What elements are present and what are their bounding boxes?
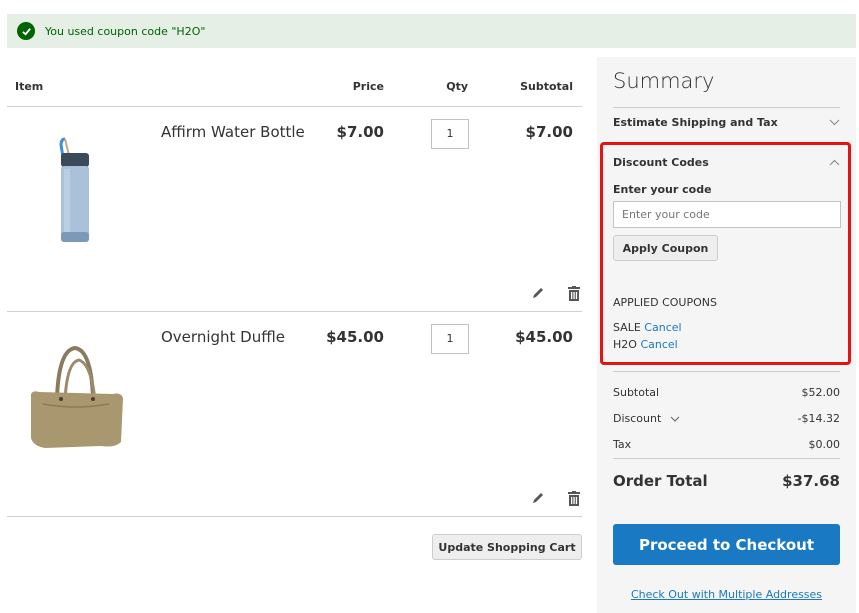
header-subtotal: Subtotal bbox=[520, 80, 573, 93]
item-actions bbox=[530, 490, 582, 506]
header-price: Price bbox=[352, 80, 384, 93]
coupon-code: SALE bbox=[613, 321, 641, 334]
product-subtotal: $45.00 bbox=[515, 328, 573, 346]
order-total-value: $37.68 bbox=[782, 472, 840, 490]
cancel-coupon-link[interactable]: Cancel bbox=[644, 321, 681, 334]
discount-row: Discount -$14.32 bbox=[613, 412, 840, 425]
discount-value: -$14.32 bbox=[797, 412, 840, 425]
proceed-to-checkout-button[interactable]: Proceed to Checkout bbox=[613, 524, 840, 565]
tax-row: Tax $0.00 bbox=[613, 438, 840, 451]
estimate-shipping-label: Estimate Shipping and Tax bbox=[613, 116, 778, 129]
discount-codes-section: Discount Codes Enter your code Apply Cou… bbox=[600, 142, 851, 365]
product-subtotal: $7.00 bbox=[525, 123, 573, 141]
apply-coupon-button[interactable]: Apply Coupon bbox=[613, 235, 718, 261]
check-circle-icon bbox=[17, 22, 35, 40]
divider bbox=[613, 458, 840, 459]
multi-address-checkout-link[interactable]: Check Out with Multiple Addresses bbox=[613, 588, 840, 601]
product-price: $45.00 bbox=[326, 328, 384, 346]
discount-label: Discount bbox=[613, 412, 662, 425]
success-message: You used coupon code "H2O" bbox=[7, 14, 856, 48]
subtotal-row: Subtotal $52.00 bbox=[613, 386, 840, 399]
product-name[interactable]: Overnight Duffle bbox=[161, 328, 285, 346]
order-summary: Summary Estimate Shipping and Tax Discou… bbox=[597, 57, 856, 613]
product-name[interactable]: Affirm Water Bottle bbox=[161, 123, 305, 141]
chevron-up-icon bbox=[829, 156, 840, 169]
header-qty: Qty bbox=[446, 80, 468, 93]
applied-coupon: H2O Cancel bbox=[613, 338, 678, 351]
chevron-down-icon bbox=[829, 116, 840, 129]
discount-codes-toggle[interactable]: Discount Codes bbox=[613, 156, 840, 169]
applied-coupons-title: APPLIED COUPONS bbox=[613, 296, 717, 309]
qty-input[interactable]: 1 bbox=[431, 119, 469, 149]
divider bbox=[613, 107, 840, 108]
order-total-label: Order Total bbox=[613, 472, 708, 490]
divider bbox=[613, 371, 840, 372]
subtotal-value: $52.00 bbox=[801, 386, 841, 399]
summary-title: Summary bbox=[613, 69, 715, 93]
coupon-code-label: Enter your code bbox=[613, 183, 712, 196]
tax-value: $0.00 bbox=[808, 438, 841, 451]
delete-trash-icon[interactable] bbox=[566, 285, 582, 301]
discount-codes-title: Discount Codes bbox=[613, 156, 709, 169]
edit-pencil-icon[interactable] bbox=[530, 285, 546, 301]
chevron-down-icon bbox=[670, 412, 680, 425]
water-bottle-image[interactable] bbox=[55, 137, 95, 249]
product-price: $7.00 bbox=[336, 123, 384, 141]
cart-item-row: Overnight Duffle $45.00 1 $45.00 bbox=[7, 312, 582, 517]
header-item: Item bbox=[15, 80, 44, 93]
item-actions bbox=[530, 285, 582, 301]
cancel-coupon-link[interactable]: Cancel bbox=[640, 338, 677, 351]
estimate-shipping-toggle[interactable]: Estimate Shipping and Tax bbox=[613, 116, 840, 129]
applied-coupon: SALE Cancel bbox=[613, 321, 682, 334]
order-total-row: Order Total $37.68 bbox=[613, 472, 840, 490]
qty-input[interactable]: 1 bbox=[431, 324, 469, 354]
tax-label: Tax bbox=[613, 438, 632, 451]
coupon-code-input[interactable] bbox=[613, 201, 841, 228]
coupon-code: H2O bbox=[613, 338, 637, 351]
duffle-bag-image[interactable] bbox=[25, 342, 127, 454]
cart-table: Item Price Qty Subtotal Affirm Water Bot… bbox=[7, 70, 582, 517]
cart-table-header: Item Price Qty Subtotal bbox=[7, 70, 582, 107]
delete-trash-icon[interactable] bbox=[566, 490, 582, 506]
success-message-text: You used coupon code "H2O" bbox=[45, 24, 206, 38]
subtotal-label: Subtotal bbox=[613, 386, 660, 399]
discount-toggle[interactable]: Discount bbox=[613, 412, 680, 425]
edit-pencil-icon[interactable] bbox=[530, 490, 546, 506]
update-cart-button[interactable]: Update Shopping Cart bbox=[432, 534, 582, 560]
cart-item-row: Affirm Water Bottle $7.00 1 $7.00 bbox=[7, 107, 582, 312]
